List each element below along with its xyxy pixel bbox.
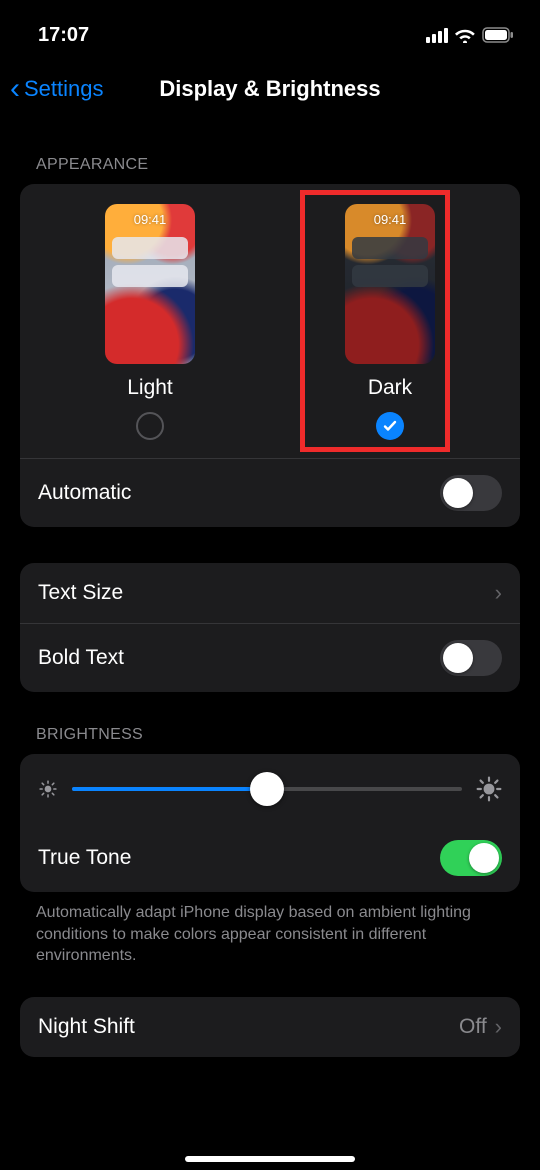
chevron-right-icon: › (495, 580, 502, 606)
light-label: Light (127, 376, 173, 400)
appearance-selector: 09:41 Light 09:41 Dark (20, 184, 520, 458)
home-indicator[interactable] (185, 1156, 355, 1162)
wifi-icon (454, 27, 476, 43)
nightshift-group: Night Shift Off › (20, 997, 520, 1057)
brightness-slider-row (20, 754, 520, 824)
truetone-row: True Tone (20, 824, 520, 892)
dark-preview-icon: 09:41 (345, 204, 435, 364)
text-group: Text Size › Bold Text (20, 563, 520, 692)
text-size-label: Text Size (38, 581, 123, 605)
section-header-brightness: Brightness (20, 692, 520, 754)
battery-icon (482, 27, 514, 43)
status-bar: 17:07 (0, 0, 540, 56)
sun-max-icon (476, 776, 502, 802)
dark-label: Dark (368, 376, 412, 400)
truetone-label: True Tone (38, 846, 131, 870)
sun-min-icon (38, 779, 58, 799)
text-size-row[interactable]: Text Size › (20, 563, 520, 623)
nightshift-row[interactable]: Night Shift Off › (20, 997, 520, 1057)
chevron-left-icon: ‹ (10, 74, 20, 104)
appearance-option-dark[interactable]: 09:41 Dark (345, 204, 435, 440)
bold-text-switch[interactable] (440, 640, 502, 676)
bold-text-label: Bold Text (38, 646, 124, 670)
section-header-appearance: Appearance (20, 122, 520, 184)
back-button[interactable]: ‹ Settings (10, 74, 104, 104)
bold-text-row: Bold Text (20, 623, 520, 692)
cell-signal-icon (426, 28, 448, 43)
light-radio[interactable] (136, 412, 164, 440)
status-icons (426, 27, 514, 43)
brightness-group: True Tone (20, 754, 520, 892)
light-preview-icon: 09:41 (105, 204, 195, 364)
nightshift-label: Night Shift (38, 1015, 135, 1039)
appearance-option-light[interactable]: 09:41 Light (105, 204, 195, 440)
status-time: 17:07 (38, 24, 89, 47)
chevron-right-icon: › (495, 1014, 502, 1040)
dark-radio[interactable] (376, 412, 404, 440)
truetone-switch[interactable] (440, 840, 502, 876)
nav-bar: ‹ Settings Display & Brightness (0, 56, 540, 122)
back-label: Settings (24, 76, 104, 102)
truetone-note: Automatically adapt iPhone display based… (20, 892, 520, 967)
appearance-group: 09:41 Light 09:41 Dark Automatic (20, 184, 520, 527)
automatic-switch[interactable] (440, 475, 502, 511)
automatic-label: Automatic (38, 481, 131, 505)
automatic-row: Automatic (20, 458, 520, 527)
nightshift-value: Off (459, 1015, 487, 1039)
brightness-slider[interactable] (72, 787, 462, 791)
